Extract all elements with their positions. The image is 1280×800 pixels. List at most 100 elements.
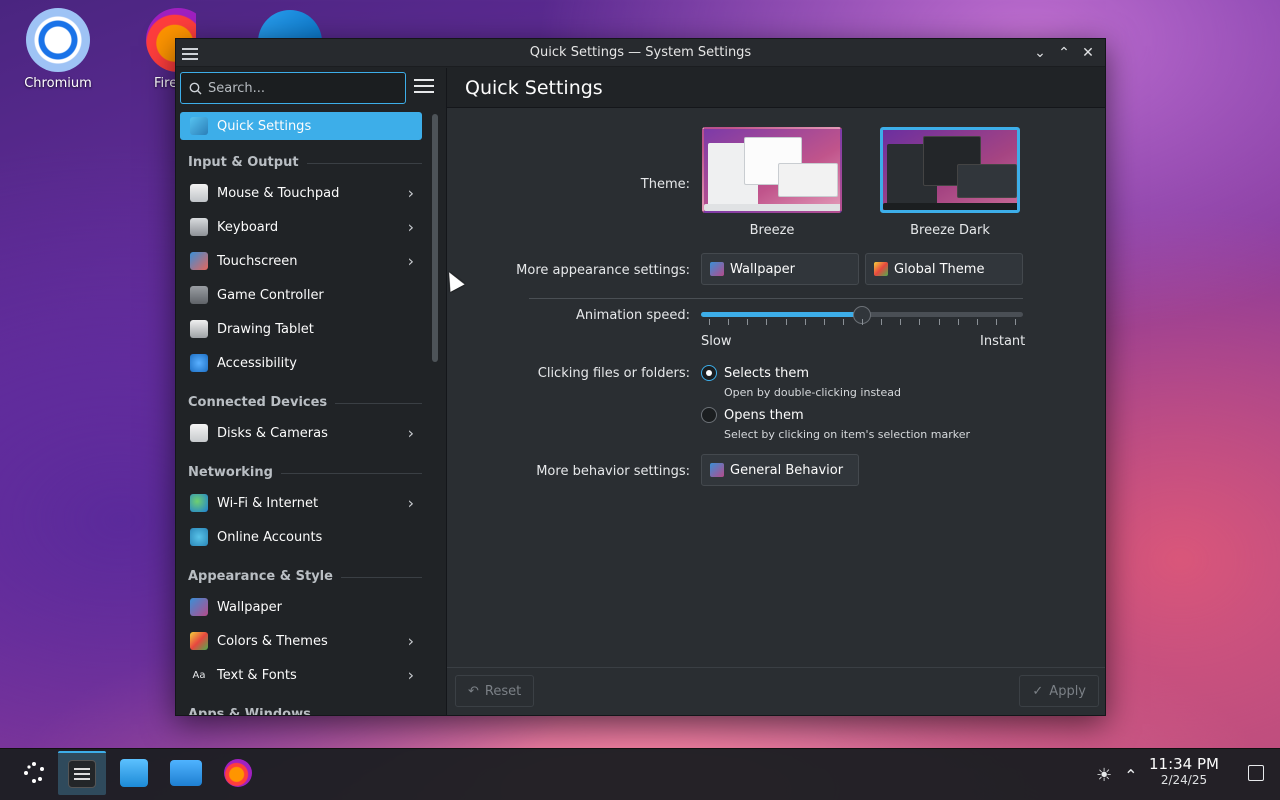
slider-tick [786, 319, 787, 325]
digital-clock[interactable]: 11:34 PM 2/24/25 [1144, 755, 1224, 787]
application-launcher-button[interactable] [10, 751, 58, 795]
appearance-settings-label: More appearance settings: [516, 263, 690, 278]
wallpaper-icon [190, 598, 208, 616]
radio-label: Selects them [724, 365, 810, 381]
radio-selects-them[interactable]: Selects them [701, 365, 809, 381]
taskbar-firefox[interactable] [214, 751, 262, 795]
slider-fill [701, 312, 862, 317]
slider-min-label: Slow [701, 334, 732, 349]
footer-bar: ↶ Reset ✓ Apply [447, 667, 1105, 715]
sidebar-item-label: Quick Settings [217, 118, 312, 134]
reset-button[interactable]: ↶ Reset [455, 675, 535, 707]
animation-speed-slider[interactable] [701, 305, 1023, 327]
behavior-settings-label: More behavior settings: [536, 464, 690, 479]
general-behavior-button[interactable]: General Behavior [701, 454, 859, 486]
hamburger-menu-icon[interactable] [414, 79, 434, 95]
title-bar[interactable]: Quick Settings — System Settings ⌄ ⌃ ✕ [176, 39, 1105, 67]
system-settings-icon [68, 760, 96, 788]
radio-indicator [701, 407, 717, 423]
maximize-button[interactable]: ⌃ [1053, 42, 1075, 64]
global-theme-button[interactable]: Global Theme [865, 253, 1023, 285]
chevron-right-icon: › [407, 251, 414, 271]
sidebar-item-text-fonts[interactable]: Aa Text & Fonts › [180, 658, 422, 692]
scrollbar-thumb[interactable] [432, 114, 438, 362]
wallpaper-button[interactable]: Wallpaper [701, 253, 859, 285]
taskbar-file-manager[interactable] [162, 751, 210, 795]
sidebar-item-label: Mouse & Touchpad [217, 185, 340, 201]
sidebar-item-accessibility[interactable]: Accessibility [180, 346, 422, 380]
sidebar-section-header: Connected Devices [180, 380, 422, 416]
show-desktop-icon[interactable] [1248, 765, 1264, 781]
sidebar-item-quick-settings[interactable]: Quick Settings [180, 112, 422, 140]
sidebar-item-touchscreen[interactable]: Touchscreen › [180, 244, 422, 278]
section-title: Input & Output [188, 155, 299, 170]
slider-tick [881, 319, 882, 325]
mouse-icon [190, 184, 208, 202]
slider-tick [709, 319, 710, 325]
slider-tick [843, 319, 844, 325]
sidebar-item-label: Online Accounts [217, 529, 323, 545]
search-input[interactable] [208, 80, 398, 96]
main-panel: Quick Settings Theme: Breeze Breeze Dark… [447, 68, 1105, 715]
chevron-right-icon: › [407, 631, 414, 651]
global-theme-icon [874, 262, 888, 276]
chevron-right-icon: › [407, 493, 414, 513]
check-icon: ✓ [1032, 683, 1044, 699]
undo-icon: ↶ [468, 683, 479, 699]
search-box[interactable] [180, 72, 406, 104]
close-button[interactable]: ✕ [1077, 42, 1099, 64]
section-divider [529, 298, 1023, 299]
sidebar-item-game-controller[interactable]: Game Controller [180, 278, 422, 312]
radio-label: Opens them [724, 407, 804, 423]
tray-expand-chevron-icon[interactable]: ⌃ [1124, 766, 1137, 785]
sidebar-item-keyboard[interactable]: Keyboard › [180, 210, 422, 244]
keyboard-icon [190, 218, 208, 236]
apply-button-label: Apply [1049, 683, 1086, 699]
minimize-button[interactable]: ⌄ [1029, 42, 1051, 64]
sidebar-nav: Quick Settings Input & Output Mouse & Tou… [176, 110, 426, 715]
fonts-icon: Aa [192, 669, 206, 681]
chevron-right-icon: › [407, 665, 414, 685]
chromium-icon [26, 8, 90, 72]
slider-tick [996, 319, 997, 325]
theme-name: Breeze [749, 223, 795, 238]
desktop-icon-chromium[interactable]: Chromium [16, 8, 100, 91]
radio-opens-them[interactable]: Opens them [701, 407, 804, 423]
sidebar-scrollbar[interactable] [430, 110, 440, 715]
general-behavior-button-label: General Behavior [730, 462, 844, 478]
launcher-icon [24, 762, 44, 783]
slider-tick [977, 319, 978, 325]
sidebar-item-mouse-touchpad[interactable]: Mouse & Touchpad › [180, 176, 422, 210]
radio-hint: Open by double-clicking instead [724, 386, 901, 399]
sidebar-item-wallpaper[interactable]: Wallpaper [180, 590, 422, 624]
search-icon [189, 82, 202, 94]
sidebar-item-label: Touchscreen [217, 253, 298, 269]
desktop-icon-vscode[interactable] [258, 10, 322, 40]
sidebar-section-header: Networking [180, 450, 422, 486]
theme-option-breeze[interactable]: Breeze [700, 127, 844, 238]
sidebar-item-colors-themes[interactable]: Colors & Themes › [180, 624, 422, 658]
sidebar-item-wi-fi-internet[interactable]: Wi-Fi & Internet › [180, 486, 422, 520]
taskbar-system-settings[interactable] [58, 751, 106, 795]
theme-option-breeze-dark[interactable]: Breeze Dark [878, 127, 1022, 238]
taskbar-discover[interactable] [110, 751, 158, 795]
apply-button[interactable]: ✓ Apply [1019, 675, 1099, 707]
gamepad-icon [190, 286, 208, 304]
system-tray: ☀ ⌃ [1096, 749, 1138, 800]
system-settings-window: Quick Settings — System Settings ⌄ ⌃ ✕ Q… [175, 38, 1106, 716]
slider-tick [958, 319, 959, 325]
sidebar-item-drawing-tablet[interactable]: Drawing Tablet [180, 312, 422, 346]
brightness-icon[interactable]: ☀ [1096, 765, 1112, 786]
quick-settings-icon [190, 117, 208, 135]
colors-icon [190, 632, 208, 650]
theme-label: Theme: [640, 177, 690, 192]
sidebar-item-disks-cameras[interactable]: Disks & Cameras › [180, 416, 422, 450]
theme-name: Breeze Dark [910, 223, 990, 238]
sidebar-item-online-accounts[interactable]: Online Accounts [180, 520, 422, 554]
section-title: Appearance & Style [188, 569, 333, 584]
sidebar-item-label: Drawing Tablet [217, 321, 314, 337]
wallpaper-icon [710, 262, 724, 276]
chevron-right-icon: › [407, 217, 414, 237]
global-theme-button-label: Global Theme [894, 261, 985, 277]
system-settings-app-icon[interactable] [182, 45, 198, 61]
